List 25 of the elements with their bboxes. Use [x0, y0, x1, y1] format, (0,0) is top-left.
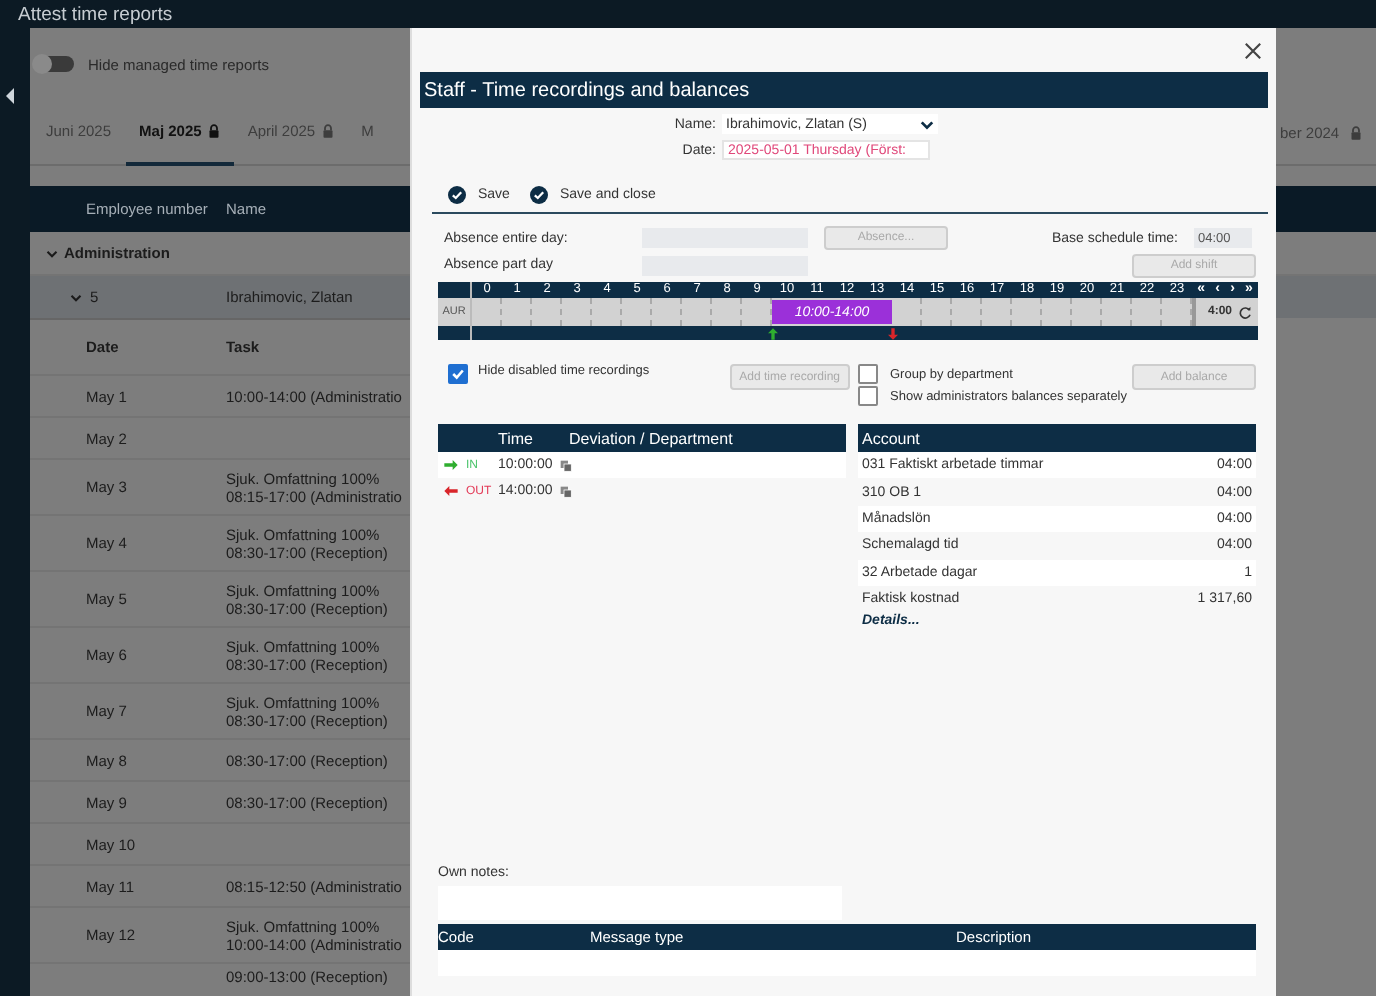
app-title: Attest time reports [18, 3, 173, 25]
caret-icon[interactable] [6, 88, 14, 104]
toggle-switch[interactable] [34, 56, 74, 72]
up-arrow-icon[interactable] [768, 327, 778, 339]
right-arrow-icon [444, 460, 458, 470]
left-arrow-icon [444, 486, 458, 496]
checkbox[interactable] [858, 386, 878, 406]
refresh-icon[interactable] [1238, 305, 1252, 319]
column-header: Deviation / Department [568, 429, 733, 447]
check-circle-icon [529, 186, 548, 204]
chevron-icon[interactable] [46, 249, 58, 257]
employee-row[interactable] [1276, 276, 1376, 318]
checkbox[interactable] [448, 364, 468, 384]
column-header: Time [498, 429, 533, 447]
copy-icon[interactable] [560, 459, 573, 471]
close-icon[interactable] [1244, 41, 1262, 59]
checkbox[interactable] [858, 364, 878, 384]
down-arrow-icon[interactable] [888, 327, 898, 339]
column-header: Account [862, 429, 920, 447]
table-header [1276, 186, 1376, 232]
check-circle-icon [448, 186, 466, 204]
chevron-icon[interactable] [70, 293, 82, 301]
copy-icon[interactable] [560, 485, 573, 497]
chevron-icon [920, 119, 934, 129]
dialog-title: Staff - Time recordings and balances [424, 79, 750, 101]
